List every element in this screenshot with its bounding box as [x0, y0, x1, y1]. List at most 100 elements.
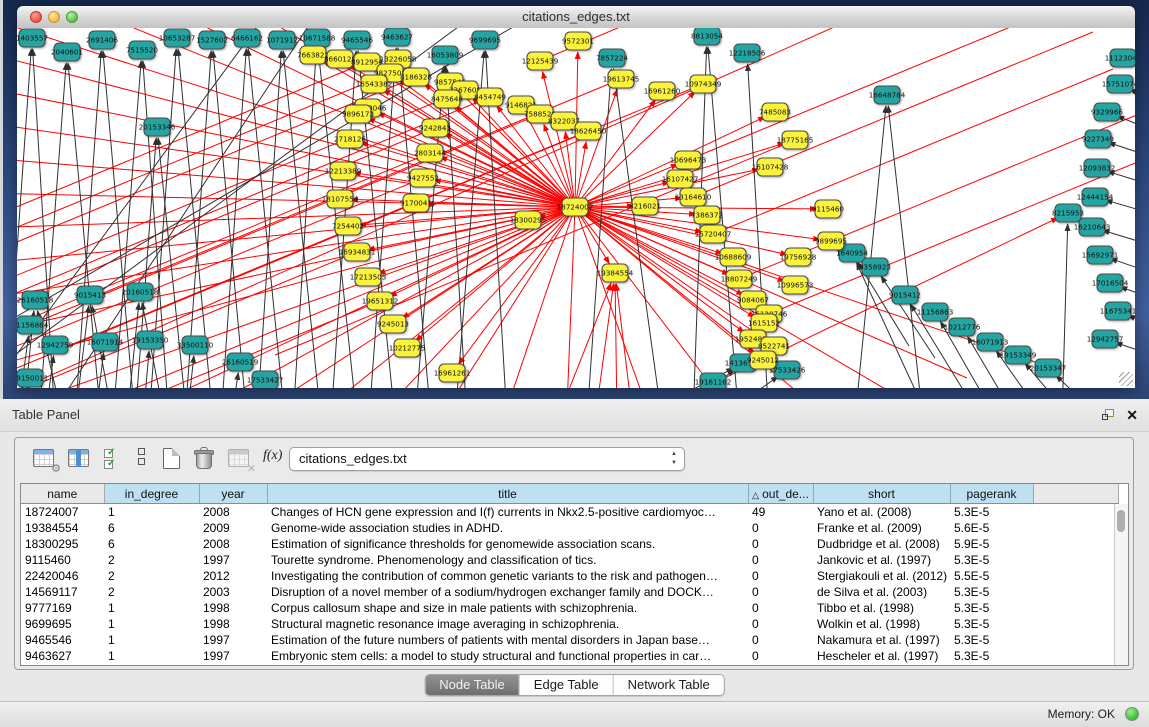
- table-cell[interactable]: Changes of HCN gene expression and I(f) …: [267, 504, 748, 521]
- network-node[interactable]: 10212775: [389, 339, 426, 357]
- table-row[interactable]: 977716911998Corpus callosum shape and si…: [21, 600, 1119, 616]
- network-node[interactable]: 2718126: [334, 130, 366, 148]
- table-cell[interactable]: 1: [104, 616, 199, 632]
- table-cell[interactable]: 0: [748, 584, 813, 600]
- table-cell[interactable]: 19384554: [21, 520, 104, 536]
- table-cell[interactable]: 1998: [199, 616, 267, 632]
- network-node[interactable]: 11123044: [1105, 49, 1135, 67]
- network-node[interactable]: 9699695: [469, 31, 501, 49]
- table-cell[interactable]: 2009: [199, 520, 267, 536]
- table-cell[interactable]: Jankovic et al. (1997): [813, 552, 950, 568]
- network-node[interactable]: 9896173: [342, 105, 374, 123]
- network-node[interactable]: 17213503: [350, 268, 387, 286]
- network-node[interactable]: 18300295: [510, 211, 547, 229]
- select-all-icon[interactable]: ✓✓: [101, 446, 127, 471]
- table-row[interactable]: 2242004622012Investigating the contribut…: [21, 568, 1119, 584]
- float-window-icon[interactable]: [1102, 409, 1115, 421]
- tab-node-table[interactable]: Node Table: [425, 675, 520, 695]
- table-cell[interactable]: 0: [748, 552, 813, 568]
- network-node[interactable]: 16107427: [662, 170, 699, 188]
- table-cell[interactable]: 5.3E-5: [950, 504, 1033, 521]
- table-row[interactable]: 969969511998Structural magnetic resonanc…: [21, 616, 1119, 632]
- table-row[interactable]: 1938455462009Genome-wide association stu…: [21, 520, 1119, 536]
- table-cell[interactable]: 5.3E-5: [950, 616, 1033, 632]
- table-cell[interactable]: 0: [748, 616, 813, 632]
- network-node[interactable]: 2803144: [414, 144, 446, 162]
- network-node[interactable]: 16107428: [752, 158, 789, 176]
- network-node[interactable]: 9899695: [815, 232, 847, 250]
- table-cell[interactable]: 1: [104, 632, 199, 648]
- row-height-icon[interactable]: [129, 446, 155, 471]
- table-row[interactable]: 1456911722003Disruption of a novel membe…: [21, 584, 1119, 600]
- scrollbar-thumb[interactable]: [1117, 510, 1125, 532]
- network-node[interactable]: 9427552: [407, 169, 439, 187]
- table-cell[interactable]: 18300295: [21, 536, 104, 552]
- table-cell[interactable]: 9699695: [21, 616, 104, 632]
- network-node[interactable]: 9015413: [74, 286, 106, 304]
- network-node[interactable]: 15751074: [1102, 75, 1135, 93]
- table-cell[interactable]: 5.3E-5: [950, 632, 1033, 648]
- network-node[interactable]: 12093832: [1079, 159, 1116, 177]
- network-node[interactable]: 7386372: [691, 206, 723, 224]
- network-node[interactable]: 16071913: [972, 333, 1009, 351]
- network-node[interactable]: 10696473: [670, 151, 707, 169]
- table-cell[interactable]: 2003: [199, 584, 267, 600]
- network-node[interactable]: 16053809: [427, 46, 464, 64]
- table-cell[interactable]: 9115460: [21, 552, 104, 568]
- table-cell[interactable]: 0: [748, 600, 813, 616]
- network-node[interactable]: 15692971: [1082, 246, 1119, 264]
- table-cell[interactable]: 1998: [199, 600, 267, 616]
- network-node[interactable]: 9463627: [381, 28, 413, 46]
- table-cell[interactable]: 0: [748, 648, 813, 664]
- table-cell[interactable]: 9463627: [21, 648, 104, 664]
- network-node[interactable]: 12942757: [1087, 330, 1124, 348]
- network-node[interactable]: 19613745: [603, 70, 640, 88]
- network-node[interactable]: 12942759: [37, 336, 74, 354]
- network-node[interactable]: 15720407: [695, 225, 732, 243]
- import-table-icon[interactable]: ✕: [226, 446, 252, 471]
- table-cell[interactable]: 9465546: [21, 632, 104, 648]
- tab-network-table[interactable]: Network Table: [614, 675, 724, 695]
- table-cell[interactable]: Structural magnetic resonance image aver…: [267, 616, 748, 632]
- resize-grip-icon[interactable]: [1119, 372, 1133, 386]
- table-cell[interactable]: 49: [748, 504, 813, 521]
- network-node[interactable]: 11156863: [917, 303, 954, 321]
- network-node[interactable]: 10653287: [159, 29, 196, 47]
- table-cell[interactable]: Estimation of the future numbers of pati…: [267, 632, 748, 648]
- network-node[interactable]: 10996573: [777, 276, 814, 294]
- network-node[interactable]: 19161162: [695, 373, 732, 388]
- network-node[interactable]: 7485083: [759, 103, 791, 121]
- network-node[interactable]: 9245012: [747, 351, 779, 369]
- network-node[interactable]: 12218506: [729, 44, 766, 62]
- network-node[interactable]: 13164610: [675, 188, 712, 206]
- network-node[interactable]: 2040601: [51, 43, 83, 61]
- network-node[interactable]: 18724007: [557, 198, 594, 216]
- network-graph[interactable]: 1403557204060126914067515520106532871527…: [17, 28, 1135, 388]
- column-header-in_degree[interactable]: in_degree: [104, 484, 199, 504]
- table-cell[interactable]: 0: [748, 568, 813, 584]
- delete-table-icon[interactable]: [191, 446, 217, 471]
- network-node[interactable]: 17016504: [1092, 274, 1129, 292]
- table-cell[interactable]: 5.6E-5: [950, 520, 1033, 536]
- network-node[interactable]: 8186328: [400, 68, 432, 86]
- network-node[interactable]: 18807249: [721, 270, 758, 288]
- network-node[interactable]: 8813054: [691, 28, 723, 45]
- network-node[interactable]: 1527602: [196, 31, 228, 49]
- network-node[interactable]: 17533427: [247, 371, 284, 388]
- network-node[interactable]: 8475648: [431, 90, 463, 108]
- network-node[interactable]: 9465546: [341, 31, 373, 49]
- network-node[interactable]: 26160519: [222, 353, 259, 371]
- table-row[interactable]: 946362711997Embryonic stem cells: a mode…: [21, 648, 1119, 664]
- network-node[interactable]: 19756928: [780, 248, 817, 266]
- network-node[interactable]: 9242843: [419, 119, 451, 137]
- network-node[interactable]: 8454749: [474, 88, 506, 106]
- network-node[interactable]: 9245013: [377, 315, 409, 333]
- table-cell[interactable]: 5.3E-5: [950, 600, 1033, 616]
- network-node[interactable]: 18775165: [777, 131, 814, 149]
- tab-edge-table[interactable]: Edge Table: [520, 675, 614, 695]
- table-cell[interactable]: 22420046: [21, 568, 104, 584]
- table-cell[interactable]: Estimation of significance thresholds fo…: [267, 536, 748, 552]
- network-node[interactable]: 16210643: [1074, 218, 1111, 236]
- table-cell[interactable]: 5.9E-5: [950, 536, 1033, 552]
- network-node[interactable]: 1071912: [266, 31, 298, 49]
